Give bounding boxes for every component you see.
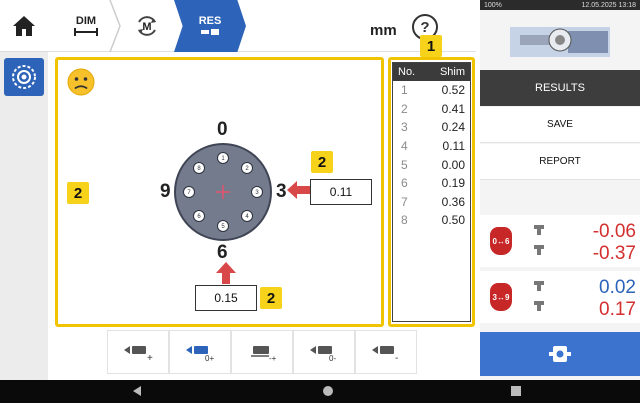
horizontal-offset-value: 0.17 [599,299,636,320]
shim-add-icon: + [124,346,153,362]
shim-value: 0.19 [441,176,465,191]
tab-dimensions[interactable]: DIM [56,0,116,52]
shim-no: 8 [401,213,408,228]
shim-col-no: No. [398,66,416,78]
dial-label-top: 0 [217,119,228,140]
shim-value: 0.52 [441,83,465,98]
tab-results-label: RES [198,15,222,27]
dial-label-bottom: 6 [217,242,228,263]
shim-zero-minus-icon: 0- [310,346,336,362]
tab-measure[interactable]: M [116,0,178,52]
shim-table: No. Shim 1 0.52 2 0.41 3 0.24 4 0.11 5 0.00 6… [392,62,471,322]
shim-no: 2 [401,101,408,116]
status-datetime: 12.05.2025 13:18 [581,1,637,9]
vertical-offset-value: -0.37 [592,243,636,264]
horizontal-badge: 3↔9 [490,283,512,311]
right-shim-arrow-icon [287,181,311,199]
measure-icon-letter: M [142,21,151,33]
shim-col-shim: Shim [439,66,465,78]
bolt-flange-diagram: 1234 5678 [174,143,272,241]
table-row[interactable]: 7 0.36 [393,193,470,212]
vertical-offset-icon [534,225,544,255]
bottom-shim-arrow-icon [216,262,236,284]
table-row[interactable]: 5 0.00 [393,155,470,174]
table-row[interactable]: 8 0.50 [393,211,470,230]
shim-add-zero-plus-button[interactable]: 0+ [169,330,231,374]
tab-dimensions-label: DIM [75,15,97,27]
table-row[interactable]: 3 0.24 [393,118,470,137]
measure-rotate-icon: M [138,16,156,36]
shim-value: 0.36 [441,194,465,209]
top-nav: DIM M RES mm ? [48,0,476,52]
bottom-shim-value-field[interactable]: 0.15 [195,285,257,311]
table-row[interactable]: 6 0.19 [393,174,470,193]
units-label[interactable]: mm [370,22,397,39]
horizontal-result-card[interactable]: 3↔9 0.02 0.17 [480,271,640,323]
shim-add-left-button[interactable]: + [107,330,169,374]
callout-bottom: 2 [260,287,282,309]
save-button[interactable]: SAVE [480,107,640,143]
left-rail [0,0,48,380]
machine-thumbnail [510,27,610,57]
shim-add-zero-minus-button[interactable]: 0- [293,330,355,374]
callout-shim-table: 1 [420,35,442,57]
table-row[interactable]: 2 0.41 [393,100,470,119]
horizontal-offset-icon [534,281,544,311]
dial-label-left: 9 [160,181,171,202]
home-circle-icon[interactable] [323,386,333,396]
tab-results[interactable]: RES [174,0,246,52]
horizontal-angle-value: 0.02 [599,277,636,298]
system-nav-bar [0,380,640,403]
alignment-status-face-icon [67,68,95,96]
sensor-target-icon [12,65,36,89]
shim-no: 1 [401,83,408,98]
right-panel: 100% 12.05.2025 13:18 RESULTS SAVE REPOR… [480,0,640,380]
shim-value: 0.50 [441,213,465,228]
shim-table-header: No. Shim [393,63,470,81]
shim-zero-plus-icon: 0+ [186,346,214,362]
shim-remove-icon: - [372,346,398,362]
status-bar: 100% 12.05.2025 13:18 [480,0,640,10]
callout-left: 2 [67,182,89,204]
shim-no: 6 [401,176,408,191]
svg-text:-+: -+ [269,354,277,362]
vertical-result-card[interactable]: 0↔6 -0.06 -0.37 [480,215,640,267]
report-button[interactable]: REPORT [480,144,640,180]
shim-no: 5 [401,157,408,172]
results-shaft-icon [201,29,219,35]
shim-value: 0.41 [441,101,465,116]
back-icon[interactable] [133,386,141,396]
vertical-badge: 0↔6 [490,227,512,255]
shim-remove-button[interactable]: - [355,330,417,374]
table-row[interactable]: 4 0.11 [393,137,470,156]
shim-value: 0.11 [442,139,465,154]
sensor-button[interactable] [4,58,44,96]
svg-text:0+: 0+ [205,354,214,362]
dial-label-right: 3 [276,181,287,202]
sensor-device-icon [549,346,571,362]
svg-text:+: + [147,353,153,362]
vertical-angle-value: -0.06 [592,221,636,242]
svg-text:0-: 0- [329,354,336,362]
shim-add-minus-plus-button[interactable]: -+ [231,330,293,374]
shim-toolbar: + 0+ -+ 0- - [107,330,417,374]
shim-minus-plus-icon: -+ [251,346,277,362]
results-button[interactable]: RESULTS [480,70,640,106]
recent-apps-icon[interactable] [511,386,521,396]
dimension-arrow-icon [74,28,98,36]
shim-no: 7 [401,194,408,209]
right-shim-value-field[interactable]: 0.11 [310,179,372,205]
callout-right: 2 [311,151,333,173]
shim-value: 0.24 [441,120,465,135]
app-screen: DIM M RES mm ? 1 2 1 2 3 4 5 6 7 8 0 3 6… [0,0,640,403]
shim-no: 4 [401,139,408,154]
shim-value: 0.00 [441,157,465,172]
shim-no: 3 [401,120,408,135]
battery-level: 100% [484,1,502,9]
svg-text:-: - [395,353,398,362]
sensor-connect-button[interactable] [480,332,640,376]
table-row[interactable]: 1 0.52 [393,81,470,100]
home-icon [13,15,35,36]
home-button[interactable] [0,0,48,52]
